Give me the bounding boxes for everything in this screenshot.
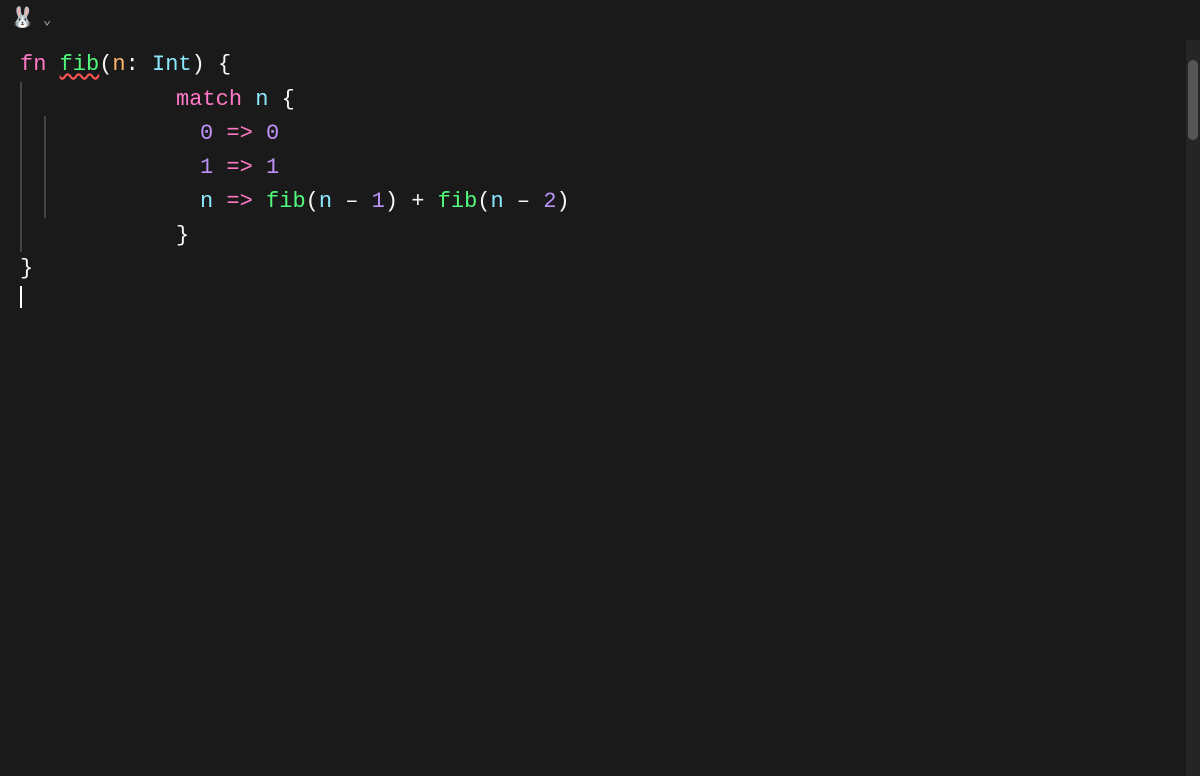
text-cursor bbox=[20, 286, 22, 308]
call-n-2: n bbox=[491, 189, 504, 214]
brace-open-match: { bbox=[282, 87, 295, 112]
indent-guide-2a bbox=[20, 116, 22, 150]
scrollbar-thumb[interactable] bbox=[1188, 60, 1198, 140]
op-minus-1: – bbox=[332, 189, 372, 214]
title-bar: 🐰 ⌄ bbox=[0, 0, 1200, 40]
call-n-1: n bbox=[319, 189, 332, 214]
call-num-1: 1 bbox=[372, 189, 385, 214]
op-minus-2: – bbox=[504, 189, 544, 214]
editor-container: 🐰 ⌄ fn fib(n: Int) { match n { 0 bbox=[0, 0, 1200, 776]
call-paren-close-1: ) bbox=[385, 189, 398, 214]
code-line-7: } bbox=[20, 252, 1186, 286]
indent-guide-3b bbox=[44, 150, 46, 184]
var-n-pattern: n bbox=[200, 189, 213, 214]
code-line-5: n => fib(n – 1) + fib(n – 2) bbox=[20, 184, 1186, 218]
chevron-down-icon[interactable]: ⌄ bbox=[43, 12, 51, 29]
indent-guide-3a bbox=[20, 150, 22, 184]
call-num-2: 2 bbox=[543, 189, 556, 214]
op-plus: + bbox=[398, 189, 438, 214]
brace-close-fn: } bbox=[20, 252, 33, 286]
scrollbar-track[interactable] bbox=[1186, 40, 1200, 776]
indent-guide-4a bbox=[20, 184, 22, 218]
call-fib-2: fib bbox=[438, 189, 478, 214]
code-content[interactable]: fn fib(n: Int) { match n { 0 => 0 bbox=[0, 40, 1186, 776]
indent-guide-1 bbox=[20, 82, 22, 116]
call-paren-2: ( bbox=[477, 189, 490, 214]
code-area[interactable]: fn fib(n: Int) { match n { 0 => 0 bbox=[0, 40, 1200, 776]
call-fib-1: fib bbox=[266, 189, 306, 214]
indent-guide-2b bbox=[44, 116, 46, 150]
code-line-empty bbox=[20, 286, 1186, 320]
bunny-icon: 🐰 bbox=[10, 10, 35, 30]
call-paren-close-2: ) bbox=[557, 189, 570, 214]
indent-guide-5 bbox=[20, 218, 22, 252]
brace-close-match: } bbox=[176, 223, 189, 248]
call-paren-1: ( bbox=[306, 189, 319, 214]
arrow-3: => bbox=[213, 189, 266, 214]
